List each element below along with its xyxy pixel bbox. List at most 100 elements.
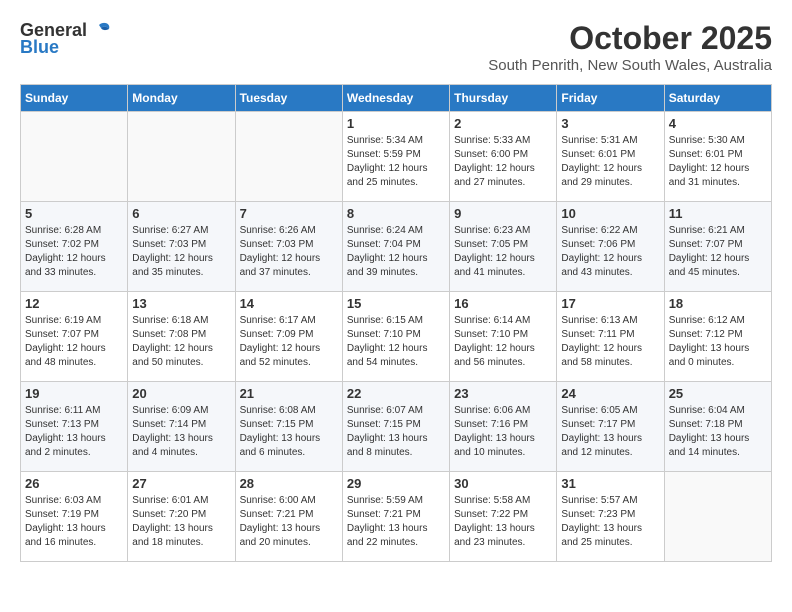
day-number: 2 xyxy=(454,116,552,131)
cell-info: Sunrise: 6:26 AM Sunset: 7:03 PM Dayligh… xyxy=(240,224,338,280)
calendar-cell xyxy=(128,112,235,202)
day-number: 24 xyxy=(561,386,659,401)
calendar-week-row: 5 Sunrise: 6:28 AM Sunset: 7:02 PM Daylig… xyxy=(21,202,772,292)
day-number: 9 xyxy=(454,206,552,221)
calendar-cell: 2 Sunrise: 5:33 AM Sunset: 6:00 PM Daylig… xyxy=(450,112,557,202)
day-header-saturday: Saturday xyxy=(664,85,771,112)
title-block: October 2025 South Penrith, New South Wa… xyxy=(488,20,772,74)
calendar-week-row: 1 Sunrise: 5:34 AM Sunset: 5:59 PM Daylig… xyxy=(21,112,772,202)
day-number: 5 xyxy=(25,206,123,221)
cell-info: Sunrise: 6:13 AM Sunset: 7:11 PM Dayligh… xyxy=(561,314,659,370)
day-header-friday: Friday xyxy=(557,85,664,112)
calendar-cell xyxy=(21,112,128,202)
calendar-cell: 3 Sunrise: 5:31 AM Sunset: 6:01 PM Daylig… xyxy=(557,112,664,202)
calendar-cell: 30 Sunrise: 5:58 AM Sunset: 7:22 PM Dayli… xyxy=(450,472,557,562)
day-number: 27 xyxy=(132,476,230,491)
cell-info: Sunrise: 5:59 AM Sunset: 7:21 PM Dayligh… xyxy=(347,494,445,550)
calendar-cell: 16Sunrise: 6:14 AM Sunset: 7:10 PM Dayli… xyxy=(450,292,557,382)
calendar-cell: 12 Sunrise: 6:19 AM Sunset: 7:07 PM Dayli… xyxy=(21,292,128,382)
calendar-week-row: 19Sunrise: 6:11 AM Sunset: 7:13 PM Dayli… xyxy=(21,382,772,472)
logo-blue-text: Blue xyxy=(20,37,59,58)
calendar-cell: 29 Sunrise: 5:59 AM Sunset: 7:21 PM Dayli… xyxy=(342,472,449,562)
cell-info: Sunrise: 5:34 AM Sunset: 5:59 PM Dayligh… xyxy=(347,134,445,190)
cell-info: Sunrise: 6:03 AM Sunset: 7:19 PM Dayligh… xyxy=(25,494,123,550)
calendar-cell: 13 Sunrise: 6:18 AM Sunset: 7:08 PM Dayli… xyxy=(128,292,235,382)
day-number: 26 xyxy=(25,476,123,491)
calendar-cell: 18 Sunrise: 6:12 AM Sunset: 7:12 PM Dayli… xyxy=(664,292,771,382)
cell-info: Sunrise: 5:33 AM Sunset: 6:00 PM Dayligh… xyxy=(454,134,552,190)
cell-info: Sunrise: 6:08 AM Sunset: 7:15 PM Dayligh… xyxy=(240,404,338,460)
cell-info: Sunrise: 6:19 AM Sunset: 7:07 PM Dayligh… xyxy=(25,314,123,370)
day-number: 12 xyxy=(25,296,123,311)
day-header-tuesday: Tuesday xyxy=(235,85,342,112)
month-title: October 2025 xyxy=(488,20,772,57)
day-number: 3 xyxy=(561,116,659,131)
cell-info: Sunrise: 6:09 AM Sunset: 7:14 PM Dayligh… xyxy=(132,404,230,460)
calendar-cell: 28Sunrise: 6:00 AM Sunset: 7:21 PM Dayli… xyxy=(235,472,342,562)
calendar-cell: 15Sunrise: 6:15 AM Sunset: 7:10 PM Dayli… xyxy=(342,292,449,382)
cell-info: Sunrise: 6:27 AM Sunset: 7:03 PM Dayligh… xyxy=(132,224,230,280)
day-number: 31 xyxy=(561,476,659,491)
logo: General Blue xyxy=(20,20,111,58)
day-number: 18 xyxy=(669,296,767,311)
cell-info: Sunrise: 6:17 AM Sunset: 7:09 PM Dayligh… xyxy=(240,314,338,370)
page-header: General Blue October 2025 South Penrith,… xyxy=(20,20,772,74)
day-number: 30 xyxy=(454,476,552,491)
calendar-cell: 24Sunrise: 6:05 AM Sunset: 7:17 PM Dayli… xyxy=(557,382,664,472)
day-number: 4 xyxy=(669,116,767,131)
cell-info: Sunrise: 6:04 AM Sunset: 7:18 PM Dayligh… xyxy=(669,404,767,460)
day-number: 22 xyxy=(347,386,445,401)
calendar-cell: 17 Sunrise: 6:13 AM Sunset: 7:11 PM Dayli… xyxy=(557,292,664,382)
day-number: 28 xyxy=(240,476,338,491)
calendar-cell: 9 Sunrise: 6:23 AM Sunset: 7:05 PM Daylig… xyxy=(450,202,557,292)
day-header-monday: Monday xyxy=(128,85,235,112)
day-number: 11 xyxy=(669,206,767,221)
day-number: 10 xyxy=(561,206,659,221)
cell-info: Sunrise: 6:23 AM Sunset: 7:05 PM Dayligh… xyxy=(454,224,552,280)
day-number: 8 xyxy=(347,206,445,221)
day-header-wednesday: Wednesday xyxy=(342,85,449,112)
cell-info: Sunrise: 6:21 AM Sunset: 7:07 PM Dayligh… xyxy=(669,224,767,280)
day-number: 23 xyxy=(454,386,552,401)
cell-info: Sunrise: 5:58 AM Sunset: 7:22 PM Dayligh… xyxy=(454,494,552,550)
day-number: 16 xyxy=(454,296,552,311)
cell-info: Sunrise: 6:28 AM Sunset: 7:02 PM Dayligh… xyxy=(25,224,123,280)
calendar-cell: 26 Sunrise: 6:03 AM Sunset: 7:19 PM Dayli… xyxy=(21,472,128,562)
day-number: 1 xyxy=(347,116,445,131)
cell-info: Sunrise: 6:07 AM Sunset: 7:15 PM Dayligh… xyxy=(347,404,445,460)
location-title: South Penrith, New South Wales, Australi… xyxy=(488,57,772,74)
calendar-cell: 31Sunrise: 5:57 AM Sunset: 7:23 PM Dayli… xyxy=(557,472,664,562)
day-number: 21 xyxy=(240,386,338,401)
calendar-cell: 19Sunrise: 6:11 AM Sunset: 7:13 PM Dayli… xyxy=(21,382,128,472)
day-number: 17 xyxy=(561,296,659,311)
cell-info: Sunrise: 6:24 AM Sunset: 7:04 PM Dayligh… xyxy=(347,224,445,280)
cell-info: Sunrise: 6:18 AM Sunset: 7:08 PM Dayligh… xyxy=(132,314,230,370)
calendar-cell: 5 Sunrise: 6:28 AM Sunset: 7:02 PM Daylig… xyxy=(21,202,128,292)
calendar-cell: 4Sunrise: 5:30 AM Sunset: 6:01 PM Daylig… xyxy=(664,112,771,202)
day-number: 15 xyxy=(347,296,445,311)
calendar-cell: 14Sunrise: 6:17 AM Sunset: 7:09 PM Dayli… xyxy=(235,292,342,382)
calendar-cell: 27Sunrise: 6:01 AM Sunset: 7:20 PM Dayli… xyxy=(128,472,235,562)
cell-info: Sunrise: 6:12 AM Sunset: 7:12 PM Dayligh… xyxy=(669,314,767,370)
calendar-body: 1 Sunrise: 5:34 AM Sunset: 5:59 PM Daylig… xyxy=(21,112,772,562)
day-number: 20 xyxy=(132,386,230,401)
calendar-cell: 6Sunrise: 6:27 AM Sunset: 7:03 PM Daylig… xyxy=(128,202,235,292)
day-number: 29 xyxy=(347,476,445,491)
calendar-cell: 10Sunrise: 6:22 AM Sunset: 7:06 PM Dayli… xyxy=(557,202,664,292)
calendar-cell: 23Sunrise: 6:06 AM Sunset: 7:16 PM Dayli… xyxy=(450,382,557,472)
day-number: 13 xyxy=(132,296,230,311)
calendar-week-row: 26 Sunrise: 6:03 AM Sunset: 7:19 PM Dayli… xyxy=(21,472,772,562)
logo-bird-icon xyxy=(89,21,111,41)
calendar-week-row: 12 Sunrise: 6:19 AM Sunset: 7:07 PM Dayli… xyxy=(21,292,772,382)
day-number: 25 xyxy=(669,386,767,401)
calendar-cell: 25 Sunrise: 6:04 AM Sunset: 7:18 PM Dayli… xyxy=(664,382,771,472)
calendar-cell: 21 Sunrise: 6:08 AM Sunset: 7:15 PM Dayli… xyxy=(235,382,342,472)
calendar-table: SundayMondayTuesdayWednesdayThursdayFrid… xyxy=(20,84,772,562)
calendar-cell: 8 Sunrise: 6:24 AM Sunset: 7:04 PM Daylig… xyxy=(342,202,449,292)
cell-info: Sunrise: 6:11 AM Sunset: 7:13 PM Dayligh… xyxy=(25,404,123,460)
cell-info: Sunrise: 5:31 AM Sunset: 6:01 PM Dayligh… xyxy=(561,134,659,190)
calendar-cell xyxy=(235,112,342,202)
calendar-cell xyxy=(664,472,771,562)
calendar-cell: 1 Sunrise: 5:34 AM Sunset: 5:59 PM Daylig… xyxy=(342,112,449,202)
calendar-cell: 11 Sunrise: 6:21 AM Sunset: 7:07 PM Dayli… xyxy=(664,202,771,292)
